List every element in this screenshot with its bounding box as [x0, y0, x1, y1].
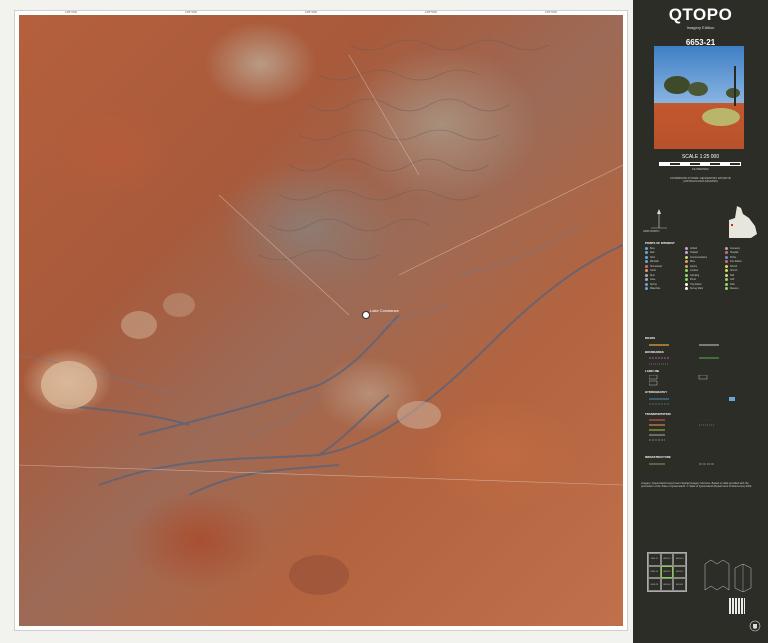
infrastructure-legend-lines	[649, 463, 715, 465]
lookout-icon	[685, 269, 688, 273]
cover-photo	[654, 46, 744, 149]
brand-subtitle: Imagery Edition	[686, 25, 715, 30]
north-note: GRID NORTH	[643, 230, 660, 233]
reserve-icon	[725, 286, 728, 290]
scale-bar	[659, 162, 741, 166]
yards-icon	[645, 269, 648, 273]
fold-diagram	[704, 559, 752, 592]
adjoining-sheets-index: 6653-11 6653-12 6653-13 6653-14 6653-21 …	[647, 552, 687, 592]
index-cell: 6653-11	[648, 553, 661, 566]
drainage-channels	[58, 244, 623, 496]
legend-item: Survey Mark	[685, 286, 723, 291]
golf-icon	[725, 278, 728, 282]
legend-heading: HYDROGRAPHY	[645, 390, 668, 394]
legend-heading: LAND USE	[645, 369, 660, 373]
homestead-icon	[645, 264, 648, 268]
hydrography-legend-swatches	[649, 397, 735, 405]
plateau-texture	[258, 39, 550, 261]
queensland-crest-icon	[749, 620, 761, 632]
map-frame: Lake Constance 138°20'E 138°30'E 138°40'…	[14, 10, 628, 631]
grid-tick: 138°40'E	[305, 10, 318, 14]
north-arrow-icon	[651, 209, 667, 229]
landuse-legend-swatches	[649, 375, 708, 386]
feature-marker[interactable]	[362, 311, 370, 319]
boundaries-legend-lines	[649, 357, 719, 365]
scale-units: KILOMETRES	[692, 168, 709, 171]
index-cell: 6653-23	[648, 578, 661, 591]
legend-column-3: Cemetery Hospital Police Fire Station Sc…	[725, 247, 763, 291]
helipad-icon	[685, 251, 688, 255]
trig-station-icon	[685, 282, 688, 286]
fire-station-icon	[725, 260, 728, 264]
windmill-icon	[645, 260, 648, 264]
index-cell: 6653-12	[660, 553, 674, 566]
quarry-icon	[685, 264, 688, 268]
disclaimer-text: Imagery: Queensland Government Spatial I…	[641, 482, 753, 489]
camping-icon	[685, 273, 688, 277]
bore-icon	[645, 247, 648, 250]
brand-title: QTOPO	[668, 5, 733, 24]
police-icon	[725, 255, 728, 259]
queensland-locator-map	[729, 206, 757, 238]
legend-item: Reserve	[725, 286, 763, 291]
feature-label: Lake Constance	[370, 308, 399, 313]
picnic-icon	[685, 278, 688, 282]
legend-heading: INFRASTRUCTURE	[645, 455, 671, 459]
park-icon	[725, 282, 728, 286]
legend-heading: BOUNDARIES	[645, 350, 664, 354]
ruin-icon	[645, 273, 648, 277]
grid-tick: 138°50'E	[425, 10, 438, 14]
index-cell: 6653-14	[648, 565, 661, 579]
legend-column-1: Bore Dam Tank Windmill Homestead Yards R…	[645, 247, 683, 291]
legend-heading: ROADS	[645, 336, 656, 340]
survey-mark-icon	[685, 286, 688, 290]
grid-tick: 138°30'E	[185, 10, 198, 14]
airfield-icon	[685, 247, 688, 250]
dam-icon	[645, 251, 648, 255]
cemetery-icon	[725, 247, 728, 250]
projection-note: COORDINATE SYSTEM: GEOCENTRIC DATUM OF A…	[669, 177, 732, 184]
index-cell: 6653-22	[673, 565, 686, 579]
spring-icon	[645, 282, 648, 286]
cave-icon	[645, 278, 648, 282]
index-cell-current: 6653-21	[660, 565, 674, 579]
index-cell: 6653-31	[673, 578, 686, 591]
legend-heading: POINTS OF INTEREST	[645, 241, 675, 245]
roads-legend-lines	[649, 344, 719, 346]
transportation-legend-lines	[649, 419, 715, 441]
grid-tick: 139°00'E	[545, 10, 558, 14]
satellite-imagery[interactable]: Lake Constance	[19, 15, 623, 626]
tank-icon	[645, 255, 648, 259]
legend-heading: TRANSPORTATION	[645, 412, 671, 416]
mine-icon	[685, 260, 688, 264]
hall-icon	[725, 273, 728, 277]
school-icon	[725, 264, 728, 268]
index-cell: 6653-24	[660, 578, 674, 591]
waterhole-icon	[645, 286, 648, 290]
communications-icon	[685, 255, 688, 259]
qr-code[interactable]	[729, 598, 745, 614]
church-icon	[725, 269, 728, 273]
hospital-icon	[725, 251, 728, 255]
index-cell: 6653-13	[673, 553, 686, 566]
map-sidebar: QTOPO Imagery Edition 6653-21 SCALE 1:25…	[633, 0, 768, 643]
grid-tick: 138°20'E	[65, 10, 78, 14]
legend-item: Waterhole	[645, 286, 683, 291]
legend-column-2: Airfield Helipad Communications Mine Qua…	[685, 247, 723, 291]
scale-label: SCALE 1:25 000	[681, 154, 720, 160]
